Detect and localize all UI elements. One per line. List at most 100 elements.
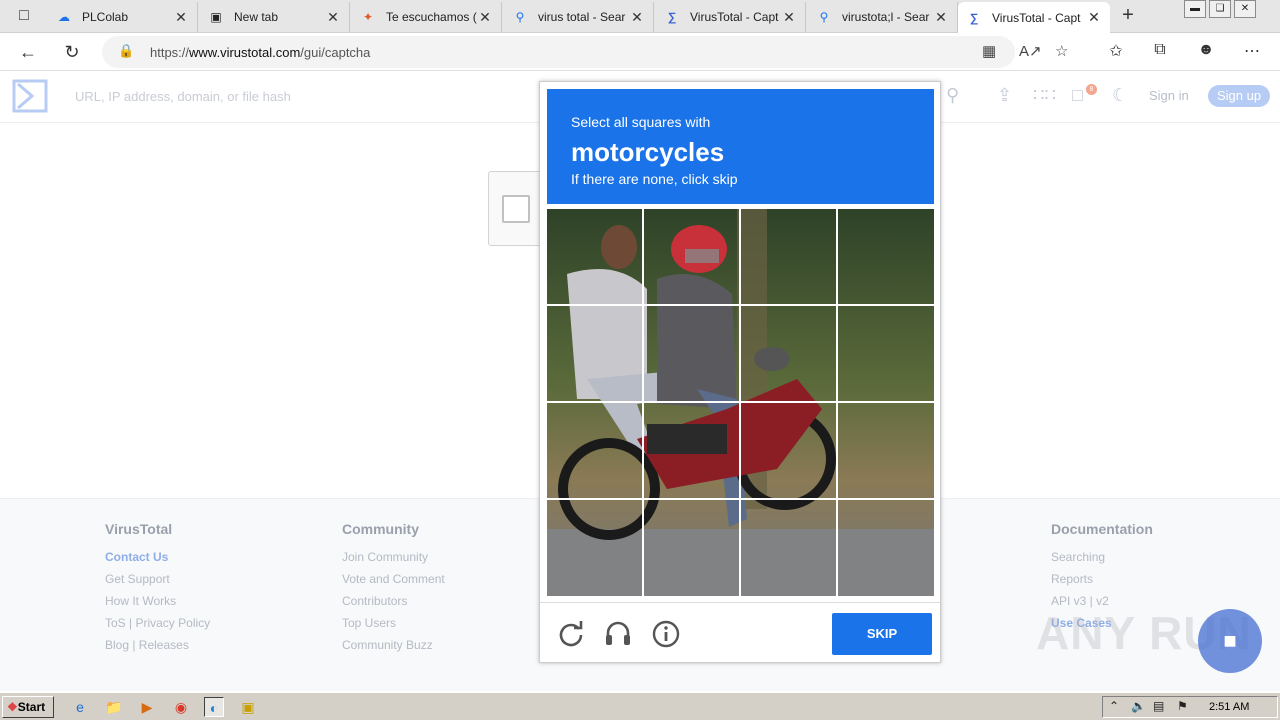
close-icon[interactable]: ✕ (1086, 9, 1102, 26)
captcha-header: Select all squares with motorcycles If t… (547, 89, 934, 204)
join-community-link[interactable]: Join Community (342, 550, 445, 564)
apps-grid-icon[interactable]: ∷∷ (1033, 85, 1056, 106)
tab-virustotal-captcha-active[interactable]: ∑ VirusTotal - Capt ✕ (958, 2, 1110, 33)
tab-virustotal-captcha[interactable]: ∑ VirusTotal - Capt ✕ (656, 2, 806, 32)
app-icon[interactable]: ▣ (238, 697, 258, 717)
vote-comment-link[interactable]: Vote and Comment (342, 572, 445, 586)
close-icon[interactable]: ✕ (325, 9, 341, 26)
contact-us-link[interactable]: Contact Us (105, 550, 210, 564)
back-button[interactable]: ← (15, 39, 41, 65)
tab-title: virus total - Sear (538, 10, 626, 24)
footer-column-virustotal: VirusTotal Contact Us Get Support How It… (105, 521, 210, 660)
address-toolbar: ← ↻ 🔒 https://www.virustotal.com/gui/cap… (0, 33, 1280, 71)
searching-link[interactable]: Searching (1051, 550, 1153, 564)
close-icon[interactable]: ✕ (173, 9, 189, 26)
search-input[interactable]: URL, IP address, domain, or file hash (75, 89, 291, 104)
notifications-icon[interactable]: □ (1072, 85, 1083, 106)
address-bar[interactable]: 🔒 https://www.virustotal.com/gui/captcha… (102, 36, 1068, 68)
tab-title: Te escuchamos ( (386, 10, 477, 24)
close-icon[interactable]: ✕ (933, 9, 949, 26)
start-button[interactable]: ❖Start (2, 696, 54, 718)
windows-logo-icon: ❖ (7, 700, 18, 714)
captcha-tile[interactable] (644, 403, 739, 498)
tab-new-tab[interactable]: ▣ New tab ✕ (200, 2, 350, 32)
media-player-icon[interactable]: ▶ (137, 697, 157, 717)
virustotal-logo-icon[interactable] (12, 79, 48, 113)
captcha-tile[interactable] (741, 403, 836, 498)
tab-title: PLColab (82, 10, 129, 24)
more-menu-icon[interactable]: ⋯ (1241, 41, 1263, 61)
captcha-instruction: Select all squares with (571, 114, 711, 130)
contributors-link[interactable]: Contributors (342, 594, 445, 608)
read-aloud-icon[interactable]: A↗ (1019, 42, 1042, 60)
upload-icon[interactable]: ⇪ (997, 85, 1012, 106)
captcha-tile[interactable] (644, 209, 739, 304)
tab-actions-icon[interactable]: □ (8, 6, 40, 26)
edge-icon[interactable]: ◐ (204, 697, 224, 717)
captcha-tile[interactable] (644, 306, 739, 401)
captcha-tile[interactable] (741, 500, 836, 595)
community-buzz-link[interactable]: Community Buzz (342, 638, 445, 652)
captcha-tile[interactable] (838, 500, 933, 595)
tab-title: New tab (234, 10, 279, 24)
captcha-tile[interactable] (838, 306, 933, 401)
ie-icon[interactable]: e (70, 697, 90, 717)
captcha-tile[interactable] (838, 403, 933, 498)
tab-virus-total-search[interactable]: ⚲ virus total - Sear ✕ (504, 2, 654, 32)
new-tab-button[interactable]: + (1116, 4, 1140, 28)
sign-up-button[interactable]: Sign up (1208, 85, 1270, 107)
skip-button[interactable]: SKIP (832, 613, 932, 655)
captcha-tile[interactable] (741, 209, 836, 304)
audio-challenge-icon[interactable] (603, 619, 633, 649)
tab-strip: □ ☁ PLColab ✕ ▣ New tab ✕ ✦ Te escuchamo… (0, 0, 1280, 33)
tab-plcolab[interactable]: ☁ PLColab ✕ (48, 2, 198, 32)
profile-avatar-icon[interactable]: ☻ (1195, 41, 1217, 59)
apps-icon[interactable]: ▦ (982, 42, 996, 60)
tab-te-escuchamos[interactable]: ✦ Te escuchamos ( ✕ (352, 2, 502, 32)
top-users-link[interactable]: Top Users (342, 616, 445, 630)
captcha-challenge: Select all squares with motorcycles If t… (539, 81, 941, 663)
reload-icon[interactable] (556, 619, 586, 649)
dark-mode-icon[interactable]: ☾ (1112, 85, 1128, 106)
flag-icon[interactable]: ⚑ (1177, 699, 1188, 713)
captcha-image-grid (547, 209, 934, 596)
captcha-tile[interactable] (547, 209, 642, 304)
search-icon[interactable]: ⚲ (946, 85, 959, 106)
volume-icon[interactable]: 🔈 (1131, 699, 1146, 713)
blog-releases-link[interactable]: Blog | Releases (105, 638, 210, 652)
captcha-tile[interactable] (547, 403, 642, 498)
tos-privacy-link[interactable]: ToS | Privacy Policy (105, 616, 210, 630)
reports-link[interactable]: Reports (1051, 572, 1153, 586)
sign-in-link[interactable]: Sign in (1149, 88, 1189, 103)
taskbar: ❖Start e 📁 ▶ ◉ ◐ ▣ ⌃ 🔈 ▤ ⚑ 2:51 AM (0, 692, 1280, 720)
close-icon[interactable]: ✕ (781, 9, 797, 26)
minimize-button[interactable]: ▬ (1184, 0, 1206, 18)
captcha-tile[interactable] (644, 500, 739, 595)
close-icon[interactable]: ✕ (629, 9, 645, 26)
folder-icon[interactable]: 📁 (104, 697, 124, 717)
tray-arrow-icon[interactable]: ⌃ (1109, 699, 1119, 713)
footer-column-community: Community Join Community Vote and Commen… (342, 521, 445, 660)
captcha-tile[interactable] (838, 209, 933, 304)
how-it-works-link[interactable]: How It Works (105, 594, 210, 608)
tab-title: virustota;l - Sear (842, 10, 930, 24)
add-favorite-icon[interactable]: ☆ (1055, 42, 1068, 60)
close-window-button[interactable]: ✕ (1234, 0, 1256, 18)
restore-button[interactable]: ❏ (1209, 0, 1231, 18)
network-icon[interactable]: ▤ (1153, 699, 1164, 713)
refresh-button[interactable]: ↻ (59, 39, 85, 65)
favorites-icon[interactable]: ✩ (1105, 41, 1127, 61)
captcha-tile[interactable] (741, 306, 836, 401)
captcha-checkbox[interactable] (502, 195, 530, 223)
tab-title: VirusTotal - Capt (690, 10, 779, 24)
close-icon[interactable]: ✕ (477, 9, 493, 26)
collections-icon[interactable]: ⧉ (1149, 41, 1171, 59)
tab-virustotal-search[interactable]: ⚲ virustota;l - Sear ✕ (808, 2, 958, 32)
captcha-footer: SKIP (540, 602, 940, 662)
info-icon[interactable] (651, 619, 681, 649)
chrome-icon[interactable]: ◉ (171, 697, 191, 717)
lock-icon: 🔒 (118, 43, 135, 58)
captcha-tile[interactable] (547, 306, 642, 401)
captcha-tile[interactable] (547, 500, 642, 595)
get-support-link[interactable]: Get Support (105, 572, 210, 586)
